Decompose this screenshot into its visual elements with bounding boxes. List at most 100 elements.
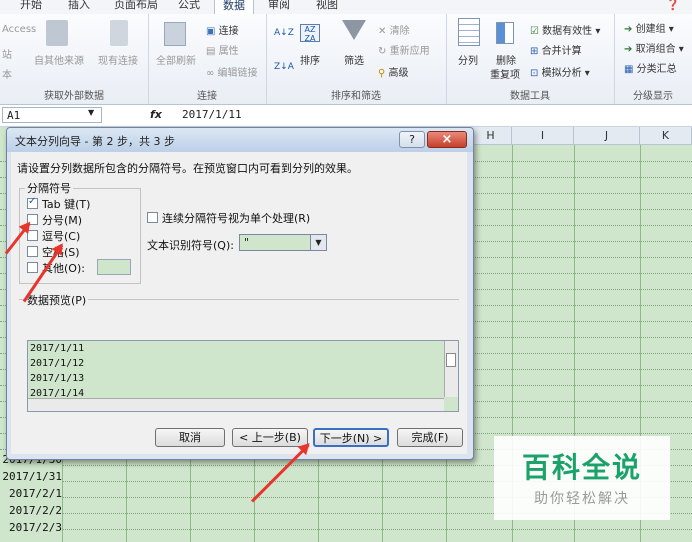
name-box-dropdown-icon[interactable]: ▼ [88, 108, 94, 117]
refresh-icon [164, 22, 186, 46]
group-outline: ➔ 创建组 ▾ ➔ 取消组合 ▾ ▦ 分类汇总 分级显示 [614, 14, 692, 104]
delimiters-label: 分隔符号 [25, 180, 73, 196]
scroll-thumb[interactable] [446, 353, 456, 367]
group-button[interactable]: ➔ 创建组 ▾ [624, 20, 674, 35]
what-if-button[interactable]: ⊡ 模拟分析 ▾ [530, 64, 590, 79]
cell-a[interactable]: 2017/1/31 [0, 469, 62, 485]
tab-view[interactable]: 视图 [316, 0, 338, 13]
help-button[interactable]: ? [399, 131, 425, 148]
consecutive-checkbox[interactable] [147, 212, 158, 223]
remove-duplicates-label: 重复项 [490, 70, 520, 81]
sort-button[interactable]: 排序 [300, 52, 320, 67]
data-validation-button[interactable]: ☑ 数据有效性 ▾ [530, 22, 600, 37]
tab-review[interactable]: 审阅 [268, 0, 290, 13]
what-if-icon: ⊡ [530, 68, 539, 79]
cancel-button[interactable]: 取消 [155, 428, 225, 447]
connections-button[interactable]: ▣ 连接 [206, 22, 239, 37]
watermark: 百科全说 助你轻松解决 [494, 436, 670, 520]
watermark-subtitle: 助你轻松解决 [534, 491, 630, 507]
chain-icon: ∞ [206, 68, 215, 79]
group-sort-filter: A↓Z Z↓A AZ ZA 排序 筛选 ✕ 清除 ↻ 重新应用 ⚲ 高级 排序和筛… [266, 14, 447, 104]
reapply-button[interactable]: ↻ 重新应用 [378, 42, 430, 57]
dialog-title: 文本分列向导 - 第 2 步，共 3 步 [15, 135, 175, 148]
name-box[interactable]: A1 [2, 107, 102, 123]
tab-data[interactable]: 数据 [214, 0, 254, 14]
ribbon-tab-bar: 开始 插入 页面布局 公式 数据 审阅 视图 ❓ [0, 0, 692, 15]
cell-a[interactable]: 2017/2/1 [0, 486, 62, 502]
column-header-i[interactable]: I [512, 127, 574, 145]
preview-row: 2017/1/13 [30, 373, 85, 384]
tab-home[interactable]: 开始 [20, 0, 42, 13]
instruction-text: 请设置分列数据所包含的分隔符号。在预览窗口内可看到分列的效果。 [17, 162, 358, 175]
tab-option-label[interactable]: Tab 键(T) [42, 196, 90, 212]
back-button[interactable]: < 上一步(B) [232, 428, 308, 447]
dialog-body: 请设置分列数据所包含的分隔符号。在预览窗口内可看到分列的效果。 分隔符号 ✓ T… [11, 152, 467, 454]
sort-desc-icon[interactable]: Z↓A [274, 62, 294, 72]
consolidate-icon: ⊞ [530, 46, 539, 57]
advanced-button[interactable]: ⚲ 高级 [378, 64, 409, 79]
cell-a[interactable]: 2017/2/3 [0, 520, 62, 536]
column-header-h[interactable]: H [470, 127, 512, 145]
group-label: 获取外部数据 [44, 91, 104, 102]
ungroup-button[interactable]: ➔ 取消组合 ▾ [624, 40, 684, 55]
refresh-all-button[interactable]: 全部刷新 [156, 52, 196, 67]
existing-connections-button[interactable]: 现有连接 [98, 52, 138, 67]
text-qualifier-value: " [244, 236, 250, 249]
text-to-columns-icon [458, 18, 480, 46]
group-label: 连接 [197, 91, 217, 102]
tab-checkbox[interactable]: ✓ [27, 196, 38, 209]
tab-page-layout[interactable]: 页面布局 [114, 0, 158, 13]
database-icon [46, 20, 68, 46]
finish-button[interactable]: 完成(F) [397, 428, 463, 447]
link-icon: ▣ [206, 26, 216, 37]
space-checkbox[interactable] [27, 246, 38, 257]
group-data-tools: 分列 删除 重复项 ☑ 数据有效性 ▾ ⊞ 合并计算 ⊡ 模拟分析 ▾ 数据工具 [446, 14, 615, 104]
data-preview[interactable]: 2017/1/11 2017/1/12 2017/1/13 2017/1/14 [27, 340, 459, 412]
reapply-icon: ↻ [378, 46, 387, 57]
web-button[interactable]: 站 [2, 46, 12, 61]
advanced-filter-icon: ⚲ [378, 68, 386, 79]
sort-asc-icon[interactable]: A↓Z [274, 28, 294, 38]
text-qualifier-select[interactable]: " ▼ [239, 234, 327, 251]
group-get-external-data: Access 站 本 自其他来源 现有连接 获取外部数据 [0, 14, 149, 104]
other-delimiter-input[interactable] [97, 259, 131, 275]
clear-button[interactable]: ✕ 清除 [378, 22, 410, 37]
help-icon[interactable]: ❓ [666, 0, 680, 13]
horizontal-scrollbar[interactable] [28, 398, 444, 411]
ungroup-icon: ➔ [624, 44, 633, 55]
text-qualifier-label: 文本识别符号(Q): [147, 239, 234, 252]
column-header-k[interactable]: K [640, 127, 692, 145]
tab-insert[interactable]: 插入 [68, 0, 90, 13]
other-checkbox[interactable] [27, 262, 38, 273]
chevron-down-icon[interactable]: ▼ [310, 235, 326, 250]
close-button[interactable]: × [427, 131, 467, 148]
preview-row: 2017/1/12 [30, 358, 85, 369]
validation-icon: ☑ [530, 26, 539, 37]
preview-label: 数据预览(P) [25, 292, 89, 308]
edit-links-button[interactable]: ∞ 编辑链接 [206, 64, 258, 79]
text-button[interactable]: 本 [2, 66, 12, 81]
consolidate-button[interactable]: ⊞ 合并计算 [530, 42, 582, 57]
tab-formulas[interactable]: 公式 [178, 0, 200, 13]
text-to-columns-button[interactable]: 分列 [458, 52, 478, 67]
semicolon-option-label[interactable]: 分号(M) [42, 212, 82, 228]
subtotal-button[interactable]: ▦ 分类汇总 [624, 60, 677, 75]
formula-value[interactable]: 2017/1/11 [182, 108, 242, 121]
next-button[interactable]: 下一步(N) > [313, 428, 389, 447]
column-header-j[interactable]: J [574, 127, 640, 145]
dialog-title-bar[interactable]: 文本分列向导 - 第 2 步，共 3 步 ? × [7, 128, 473, 152]
vertical-scrollbar[interactable] [444, 341, 458, 397]
group-connections: 全部刷新 ▣ 连接 ▤ 属性 ∞ 编辑链接 连接 [148, 14, 267, 104]
cell-a[interactable]: 2017/2/2 [0, 503, 62, 519]
group-icon: ➔ [624, 24, 633, 35]
group-label: 数据工具 [510, 91, 550, 102]
remove-duplicates-button[interactable]: 删除 [496, 52, 516, 67]
ribbon: Access 站 本 自其他来源 现有连接 获取外部数据 全部刷新 ▣ 连接 ▤… [0, 14, 692, 105]
other-sources-button[interactable]: 自其他来源 [34, 52, 84, 67]
properties-button[interactable]: ▤ 属性 [206, 42, 239, 57]
access-button[interactable]: Access [2, 24, 36, 35]
filter-button[interactable]: 筛选 [344, 52, 364, 67]
fx-icon[interactable]: fx [150, 108, 162, 121]
preview-row: 2017/1/11 [30, 343, 85, 354]
consecutive-label[interactable]: 连续分隔符号视为单个处理(R) [162, 210, 310, 226]
